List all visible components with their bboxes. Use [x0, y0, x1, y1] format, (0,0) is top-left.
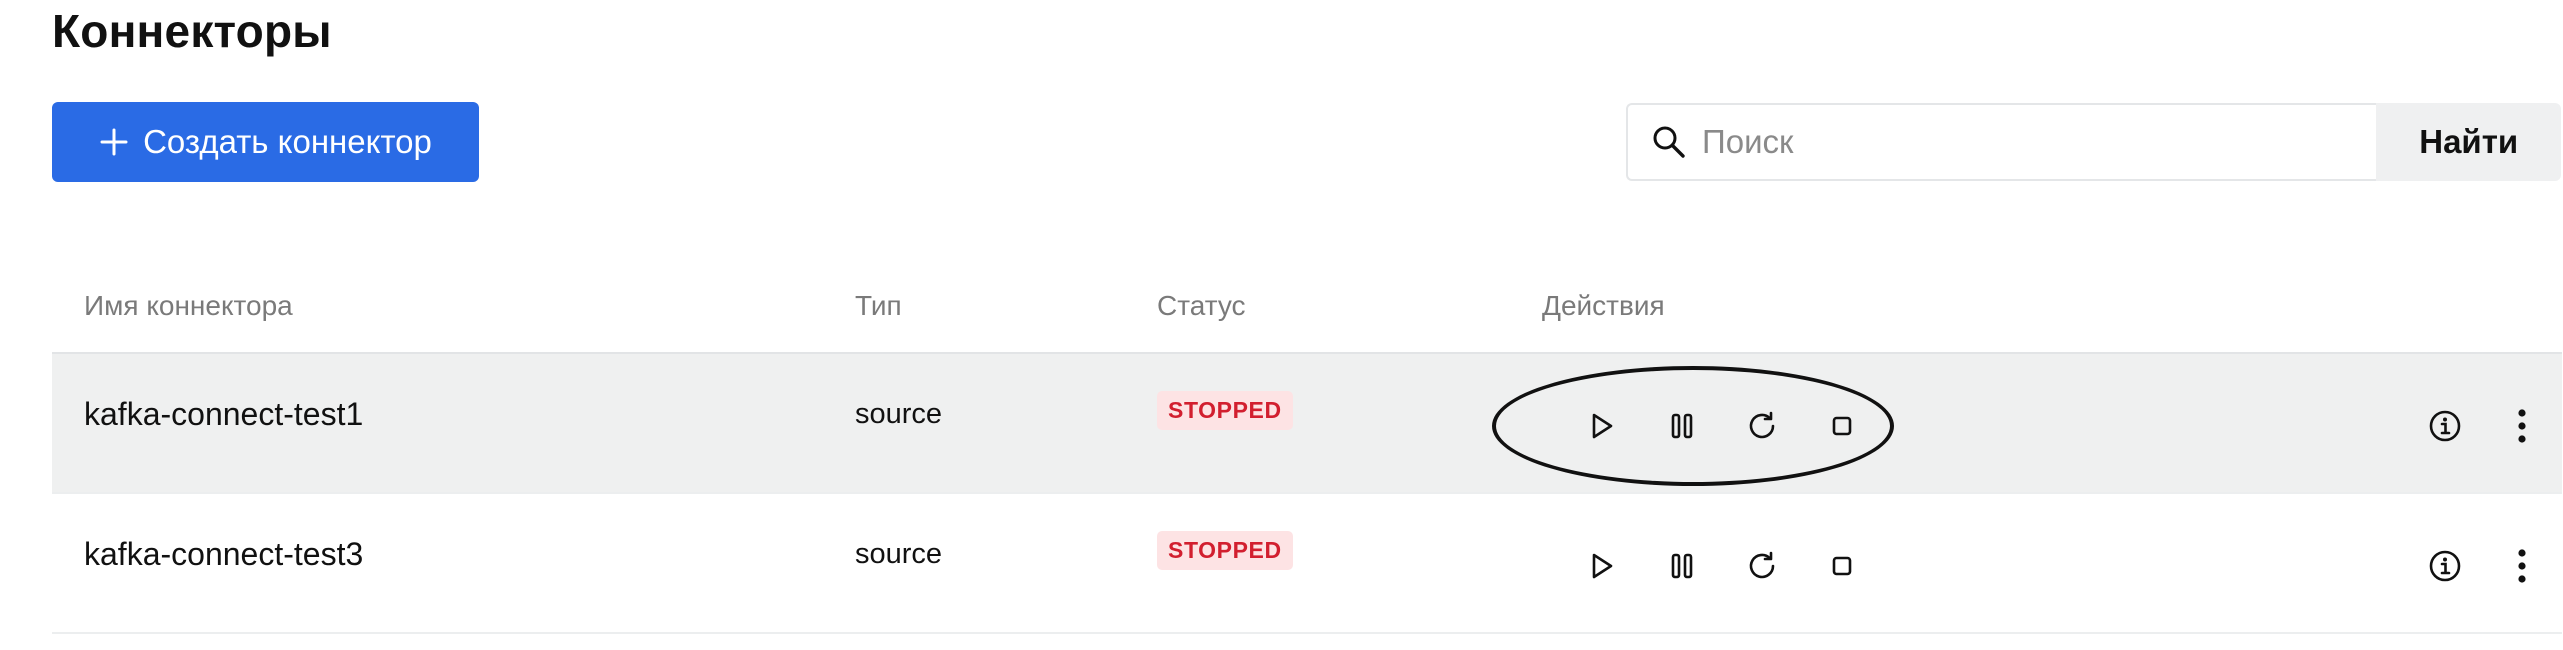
header-name[interactable]: Имя коннектора	[84, 290, 293, 322]
stop-icon	[1830, 554, 1854, 583]
connector-name[interactable]: kafka-connect-test3	[84, 536, 363, 573]
pause-icon	[1669, 552, 1695, 585]
play-button[interactable]	[1562, 540, 1642, 596]
play-button[interactable]	[1562, 400, 1642, 456]
more-vertical-icon	[2516, 548, 2528, 589]
pause-icon	[1669, 412, 1695, 445]
row-actions-2	[1562, 540, 1882, 596]
create-connector-label: Создать коннектор	[143, 123, 432, 160]
connector-type: source	[855, 398, 943, 430]
info-button[interactable]	[2420, 400, 2470, 456]
stop-icon	[1830, 414, 1854, 443]
info-icon	[2428, 549, 2462, 588]
row-actions-1	[1562, 400, 1882, 456]
header-status[interactable]: Статус	[1157, 290, 1246, 322]
status-badge: STOPPED	[1157, 531, 1293, 570]
search-field	[1626, 103, 2377, 181]
table-row[interactable]: kafka-connect-test3 source STOPPED	[52, 494, 2562, 634]
connector-type: source	[855, 538, 943, 570]
more-vertical-icon	[2516, 408, 2528, 449]
info-button[interactable]	[2420, 540, 2470, 596]
pause-button[interactable]	[1642, 400, 1722, 456]
restart-icon	[1746, 550, 1778, 587]
search-input[interactable]	[1700, 122, 2324, 162]
restart-icon	[1746, 410, 1778, 447]
search-icon	[1652, 125, 1686, 159]
table-header: Имя коннектора Тип Статус Действия	[52, 270, 2562, 354]
restart-button[interactable]	[1722, 540, 1802, 596]
header-actions: Действия	[1542, 290, 1665, 321]
play-icon	[1590, 412, 1614, 445]
header-type[interactable]: Тип	[855, 290, 902, 322]
search-bar: Найти	[1626, 103, 2561, 181]
table-row[interactable]: kafka-connect-test1 source STOPPED	[52, 354, 2562, 494]
find-button[interactable]: Найти	[2376, 103, 2561, 181]
info-icon	[2428, 409, 2462, 448]
status-badge: STOPPED	[1157, 391, 1293, 430]
stop-button[interactable]	[1802, 540, 1882, 596]
play-icon	[1590, 552, 1614, 585]
pause-button[interactable]	[1642, 540, 1722, 596]
plus-icon	[99, 127, 129, 157]
stop-button[interactable]	[1802, 400, 1882, 456]
connectors-table: Имя коннектора Тип Статус Действия kafka…	[52, 270, 2562, 634]
more-menu-button[interactable]	[2502, 400, 2542, 456]
more-menu-button[interactable]	[2502, 540, 2542, 596]
restart-button[interactable]	[1722, 400, 1802, 456]
page-title: Коннекторы	[52, 5, 332, 57]
connector-name[interactable]: kafka-connect-test1	[84, 396, 363, 433]
create-connector-button[interactable]: Создать коннектор	[52, 102, 479, 182]
